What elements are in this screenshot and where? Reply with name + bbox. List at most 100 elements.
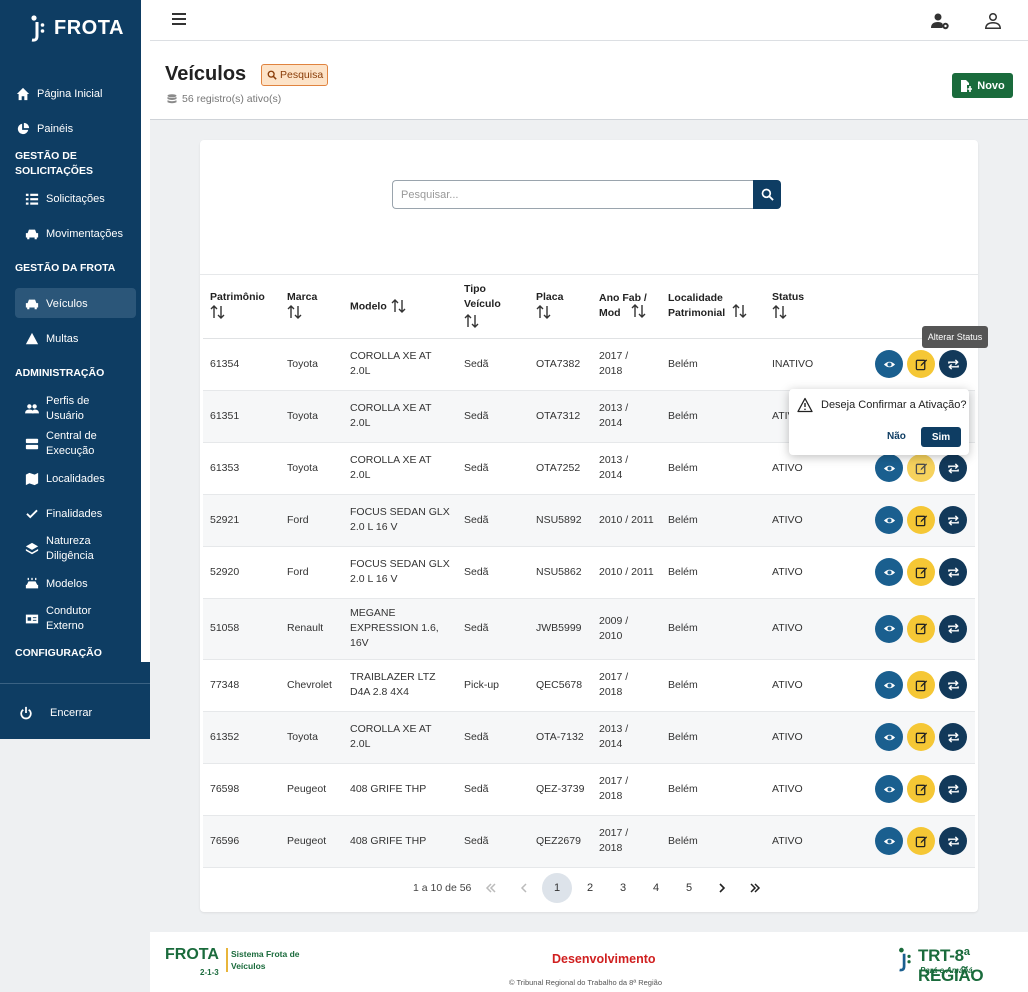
cell-marca: Toyota [280,338,343,391]
column-header-modelo[interactable]: Modelo [343,275,457,339]
nav-item-veiculos[interactable]: Veículos [24,296,150,312]
view-button[interactable] [875,671,903,699]
cell-marca: Ford [280,546,343,599]
column-header-localidade[interactable]: Localidade Patrimonial [661,275,765,339]
table-row: 76596 Peugeot 408 GRIFE THP Sedã QEZ2679 2017… [203,815,975,868]
edit-button[interactable] [907,558,935,586]
sort-icon[interactable] [772,304,861,322]
switch-icon [947,358,959,370]
page-button-5[interactable]: 5 [674,873,704,903]
cell-localidade: Belém [661,598,765,660]
page-button-4[interactable]: 4 [641,873,671,903]
cell-marca: Toyota [280,442,343,495]
row-actions [868,711,975,764]
search-button[interactable] [753,180,781,209]
sidebar-scrollbar[interactable] [141,0,150,662]
sort-icon[interactable] [732,304,748,321]
view-button[interactable] [875,723,903,751]
app-logo[interactable]: FROTA [28,14,124,42]
view-button[interactable] [875,350,903,378]
edit-icon [915,783,927,795]
edit-button[interactable] [907,614,935,643]
view-button[interactable] [875,454,903,482]
change-status-button[interactable] [939,614,967,643]
first-page-icon[interactable] [476,873,506,903]
change-status-button[interactable] [939,723,967,751]
page-button-2[interactable]: 2 [575,873,605,903]
edit-button[interactable] [907,775,935,803]
record-count: 56 registro(s) ativo(s) [167,93,281,105]
cell-placa: OTA7312 [529,390,592,443]
logout-button[interactable]: Encerrar [18,705,150,721]
nav-item-natureza-diligencia[interactable]: Natureza Diligência [24,534,150,564]
column-header-patrimonio[interactable]: Patrimônio [203,275,280,339]
row-actions [868,494,975,547]
nav-item-localidades[interactable]: Localidades [24,471,150,487]
nav-item-paineis[interactable]: Painéis [15,121,150,137]
confirm-no-button[interactable]: Não [887,431,906,442]
new-vehicle-button[interactable]: Novo [952,73,1013,98]
confirm-yes-button[interactable]: Sim [921,427,961,447]
cell-marca: Ford [280,494,343,547]
nav-item-modelos[interactable]: Modelos [24,576,150,592]
page-button-1[interactable]: 1 [542,873,572,903]
cell-modelo: TRAIBLAZER LTZ D4A 2.8 4X4 [343,659,457,712]
view-button[interactable] [875,775,903,803]
view-button[interactable] [875,558,903,586]
pagination: 1 a 10 de 56 1 2 3 4 5 [200,873,978,903]
page-button-3[interactable]: 3 [608,873,638,903]
nav-item-condutor-externo[interactable]: Condutor Externo [24,604,150,634]
nav-item-solicitacoes[interactable]: Solicitações [24,191,150,207]
last-page-icon[interactable] [740,873,770,903]
id-card-icon [24,611,40,627]
search-mode-badge[interactable]: Pesquisa [261,64,329,86]
change-status-button[interactable] [939,827,967,855]
nav-item-multas[interactable]: Multas [24,331,150,347]
cell-localidade: Belém [661,763,765,816]
sort-icon[interactable] [210,304,273,322]
trt-org-sub: Pará e Amapá [920,966,973,975]
nav-item-perfis-usuario[interactable]: Perfis de Usuário [24,394,150,424]
column-header-placa[interactable]: Placa [529,275,592,339]
sort-icon[interactable] [536,304,585,322]
search-input[interactable] [392,180,753,209]
change-status-button[interactable] [939,775,967,803]
prev-page-icon[interactable] [509,873,539,903]
menu-toggle-icon[interactable] [172,13,186,25]
change-status-button[interactable] [939,350,967,378]
edit-button[interactable] [907,350,935,378]
view-button[interactable] [875,614,903,643]
nav-item-movimentacoes[interactable]: Movimentações [24,226,150,242]
change-status-button[interactable] [939,454,967,482]
sort-icon[interactable] [631,304,647,321]
change-status-button[interactable] [939,558,967,586]
cell-modelo: 408 GRIFE THP [343,763,457,816]
sort-icon[interactable] [464,313,522,331]
column-header-marca[interactable]: Marca [280,275,343,339]
nav-item-pagina-inicial[interactable]: Página Inicial [15,86,150,102]
column-header-ano-fab-mod[interactable]: Ano Fab / Mod [592,275,661,339]
edit-button[interactable] [907,671,935,699]
column-header-status[interactable]: Status [765,275,868,339]
change-status-button[interactable] [939,671,967,699]
view-button[interactable] [875,506,903,534]
edit-button[interactable] [907,454,935,482]
nav-item-finalidades[interactable]: Finalidades [24,506,150,522]
nav-item-central-execucao[interactable]: Central de Execução [24,429,150,459]
user-settings-icon[interactable] [930,11,950,31]
logout-label: Encerrar [50,706,93,719]
view-button[interactable] [875,827,903,855]
user-profile-icon[interactable] [983,11,1003,31]
sort-icon[interactable] [287,304,336,322]
next-page-icon[interactable] [707,873,737,903]
switch-icon [947,623,959,634]
nav-item-label: Natureza Diligência [46,535,94,562]
cell-patrimonio: 61354 [203,338,280,391]
nav-item-label: Finalidades [46,507,103,520]
sort-icon[interactable] [391,298,407,316]
change-status-button[interactable] [939,506,967,534]
column-header-tipo-veiculo[interactable]: Tipo Veículo [457,275,529,339]
edit-button[interactable] [907,506,935,534]
edit-button[interactable] [907,723,935,751]
edit-button[interactable] [907,827,935,855]
